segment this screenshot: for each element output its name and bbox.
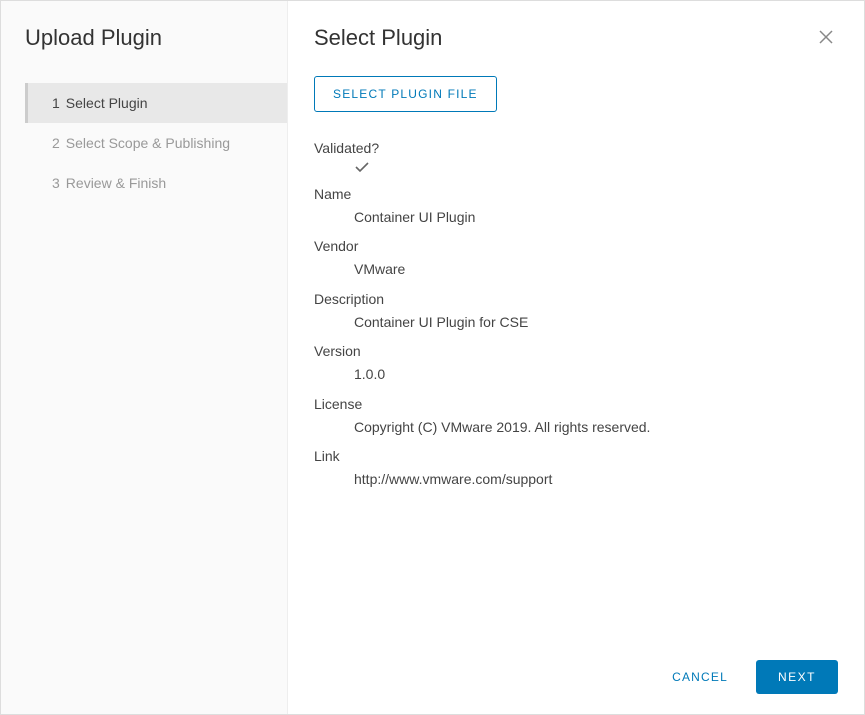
field-label-version: Version	[314, 343, 838, 359]
field-label-vendor: Vendor	[314, 238, 838, 254]
step-number: 3	[52, 175, 60, 191]
page-title: Select Plugin	[314, 25, 442, 51]
plugin-fields: Validated? Name Container UI Plugin Vend…	[314, 140, 838, 500]
step-select-scope[interactable]: 2 Select Scope & Publishing	[25, 123, 287, 163]
wizard-sidebar: Upload Plugin 1 Select Plugin 2 Select Sco…	[1, 1, 288, 714]
field-label-name: Name	[314, 186, 838, 202]
step-label: Select Plugin	[66, 95, 148, 111]
field-version: Version 1.0.0	[314, 343, 838, 385]
step-number: 1	[52, 95, 60, 111]
next-button[interactable]: NEXT	[756, 660, 838, 694]
wizard-steps: 1 Select Plugin 2 Select Scope & Publishin…	[1, 83, 287, 203]
field-value-link: http://www.vmware.com/support	[314, 468, 838, 490]
field-name: Name Container UI Plugin	[314, 186, 838, 228]
field-link: Link http://www.vmware.com/support	[314, 448, 838, 490]
sidebar-title: Upload Plugin	[1, 25, 287, 75]
validated-check-icon	[314, 160, 838, 176]
field-description: Description Container UI Plugin for CSE	[314, 291, 838, 333]
step-select-plugin[interactable]: 1 Select Plugin	[25, 83, 287, 123]
field-label-description: Description	[314, 291, 838, 307]
close-button[interactable]	[814, 25, 838, 52]
main-header: Select Plugin	[314, 25, 838, 52]
field-label-link: Link	[314, 448, 838, 464]
wizard-container: Upload Plugin 1 Select Plugin 2 Select Sco…	[1, 1, 864, 714]
wizard-footer: CANCEL NEXT	[314, 644, 838, 714]
step-label: Select Scope & Publishing	[66, 135, 230, 151]
step-number: 2	[52, 135, 60, 151]
field-value-description: Container UI Plugin for CSE	[314, 311, 838, 333]
close-icon	[818, 33, 834, 48]
select-plugin-file-button[interactable]: SELECT PLUGIN FILE	[314, 76, 497, 112]
step-review-finish[interactable]: 3 Review & Finish	[25, 163, 287, 203]
step-label: Review & Finish	[66, 175, 166, 191]
field-value-name: Container UI Plugin	[314, 206, 838, 228]
field-label-license: License	[314, 396, 838, 412]
cancel-button[interactable]: CANCEL	[664, 660, 736, 694]
field-license: License Copyright (C) VMware 2019. All r…	[314, 396, 838, 438]
field-value-license: Copyright (C) VMware 2019. All rights re…	[314, 416, 838, 438]
field-validated: Validated?	[314, 140, 838, 176]
wizard-main: Select Plugin SELECT PLUGIN FILE Validat…	[288, 1, 864, 714]
field-value-vendor: VMware	[314, 258, 838, 280]
field-vendor: Vendor VMware	[314, 238, 838, 280]
field-value-version: 1.0.0	[314, 363, 838, 385]
field-label-validated: Validated?	[314, 140, 838, 156]
